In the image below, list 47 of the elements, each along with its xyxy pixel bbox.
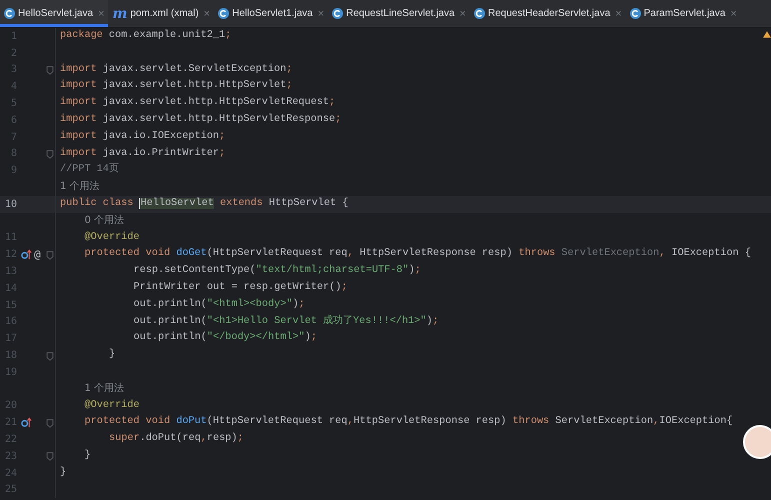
code-line: PrintWriter out = resp.getWriter(); xyxy=(132,280,348,295)
close-icon[interactable]: × xyxy=(98,8,104,20)
code-line: import java.io.IOException; xyxy=(59,130,226,144)
tab[interactable]: RequestLineServlet.java × xyxy=(328,0,470,27)
close-icon[interactable]: × xyxy=(460,8,466,20)
class-icon xyxy=(4,8,15,19)
code-line: protected void doGet(HttpServletRequest req, HttpServletResponse resp) throws ServletException, IOException { xyxy=(84,246,751,262)
class-icon xyxy=(630,8,641,19)
usage-hint[interactable]: 1 个用法 xyxy=(56,179,100,196)
tab[interactable]: HelloServlet.java × xyxy=(0,0,108,27)
code-line: import java.io.PrintWriter; xyxy=(59,146,226,161)
code-line: super.doPut(req,resp); xyxy=(108,432,244,446)
tab[interactable]: HelloServlet1.java × xyxy=(214,0,328,27)
gutter-mark[interactable]: @ xyxy=(34,248,41,262)
code-line: import javax.servlet.ServletException; xyxy=(59,62,292,77)
tab[interactable]: m pom.xml (xmal) × xyxy=(108,0,214,27)
maven-icon: m xyxy=(112,8,128,20)
code-line: @Override xyxy=(84,230,140,245)
code-line: resp.setContentType("text/html;charset=UTF-8"); xyxy=(132,264,421,278)
close-icon[interactable]: × xyxy=(204,8,210,20)
code-line: protected void doPut(HttpServletRequest req,HttpServletResponse resp) throws ServletException,IOException{ xyxy=(84,414,733,430)
code-line: import javax.servlet.http.HttpServletResponse; xyxy=(59,112,342,127)
code-line: } xyxy=(59,466,66,480)
code-line: @Override xyxy=(84,398,140,413)
tab[interactable]: ParamServlet.java × xyxy=(626,0,741,27)
tab[interactable]: RequestHeaderServlet.java × xyxy=(470,0,626,27)
close-icon[interactable]: × xyxy=(318,8,324,20)
code-line: public class HelloServlet extends HttpServlet { xyxy=(59,196,348,211)
usage-hint[interactable]: 0 个用法 xyxy=(56,212,124,230)
usage-hint[interactable]: 1 个用法 xyxy=(56,380,124,398)
code-line: //PPT 14页 xyxy=(59,162,119,178)
avatar-icon[interactable] xyxy=(743,425,771,459)
class-icon xyxy=(218,8,230,19)
code-line: out.println("<h1>Hello Servlet 成功了Yes!!!</h1>"); xyxy=(132,314,439,329)
code-line: import javax.servlet.http.HttpServletRequest; xyxy=(59,96,336,110)
code-line: import javax.servlet.http.HttpServlet; xyxy=(59,78,292,94)
close-icon[interactable]: × xyxy=(730,8,737,20)
code-line: out.println("</body></html>"); xyxy=(132,330,317,346)
warning-icon xyxy=(763,30,771,39)
class-icon xyxy=(474,8,485,19)
close-icon[interactable]: × xyxy=(615,8,622,20)
code-line: out.println("<html><body>"); xyxy=(132,298,305,312)
code-line: } xyxy=(108,348,116,362)
line-number: 10 xyxy=(4,198,17,210)
class-icon xyxy=(332,8,344,19)
code-line: package com.example.unit2_1; xyxy=(59,28,232,43)
code-line: } xyxy=(84,448,91,463)
